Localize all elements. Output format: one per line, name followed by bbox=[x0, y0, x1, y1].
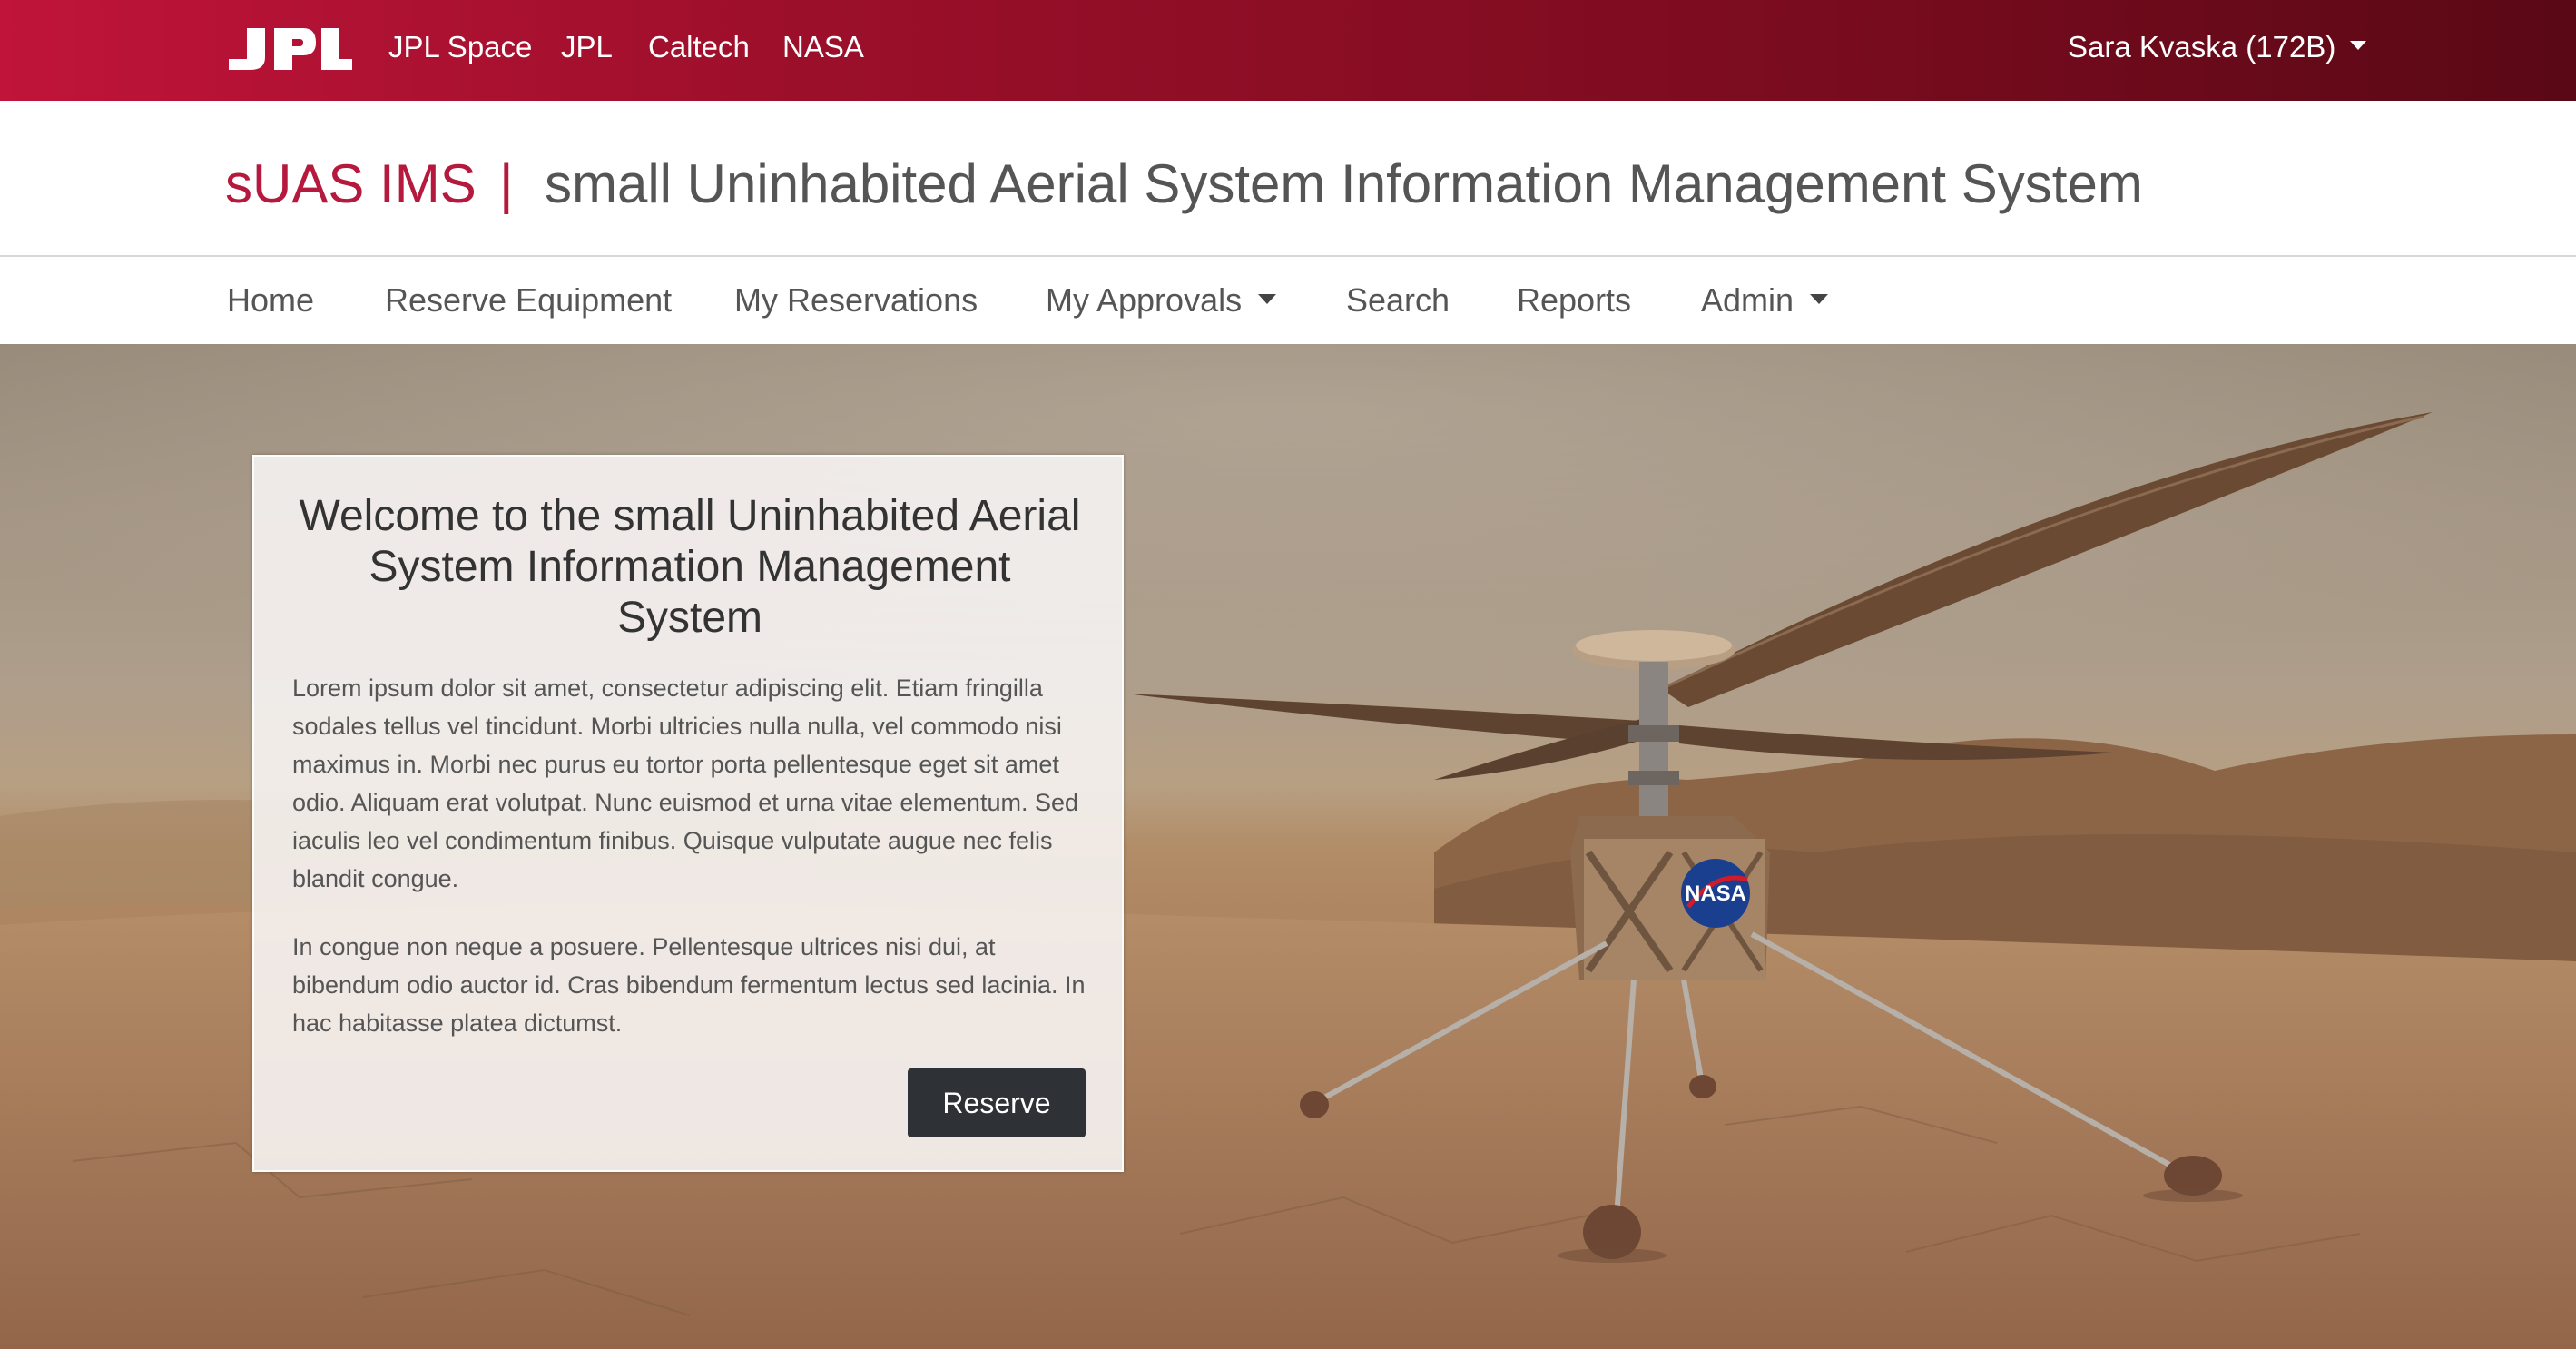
reserve-button[interactable]: Reserve bbox=[908, 1068, 1086, 1137]
welcome-card: Welcome to the small Uninhabited Aerial … bbox=[252, 455, 1124, 1172]
nav-reserve-equipment[interactable]: Reserve Equipment bbox=[385, 281, 672, 320]
welcome-paragraph-1: Lorem ipsum dolor sit amet, consectetur … bbox=[292, 674, 1078, 892]
nav-my-reservations[interactable]: My Reservations bbox=[734, 281, 978, 320]
toplink-jpl-space[interactable]: JPL Space bbox=[388, 30, 532, 64]
main-nav: Home Reserve Equipment My Reservations M… bbox=[0, 257, 2576, 345]
welcome-paragraph-2: In congue non neque a posuere. Pellentes… bbox=[292, 933, 1086, 1037]
nav-my-approvals[interactable]: My Approvals bbox=[1046, 281, 1277, 320]
user-menu[interactable]: Sara Kvaska (172B) bbox=[2068, 30, 2367, 64]
nav-admin-label: Admin bbox=[1701, 281, 1794, 319]
nav-my-approvals-label: My Approvals bbox=[1046, 281, 1243, 319]
nav-home[interactable]: Home bbox=[227, 281, 314, 320]
app-header: sUAS IMS | small Uninhabited Aerial Syst… bbox=[0, 101, 2576, 257]
app-short-name[interactable]: sUAS IMS bbox=[225, 153, 477, 215]
nasa-badge-text: NASA bbox=[1685, 881, 1746, 906]
toplink-caltech[interactable]: Caltech bbox=[648, 30, 750, 64]
toplink-jpl[interactable]: JPL bbox=[561, 30, 613, 64]
welcome-title: Welcome to the small Uninhabited Aerial … bbox=[299, 492, 1081, 642]
nav-admin[interactable]: Admin bbox=[1701, 281, 1829, 320]
chevron-down-icon bbox=[1810, 293, 1829, 304]
nav-reports[interactable]: Reports bbox=[1517, 281, 1631, 320]
toplink-nasa[interactable]: NASA bbox=[782, 30, 864, 64]
hero-banner: NASA Welcome to the small Uninhabited Ae… bbox=[0, 344, 2576, 1349]
title-separator: | bbox=[499, 153, 514, 214]
user-name: Sara Kvaska (172B) bbox=[2068, 30, 2336, 64]
nav-search[interactable]: Search bbox=[1346, 281, 1450, 320]
top-bar: JPL Space JPL Caltech NASA Sara Kvaska (… bbox=[0, 0, 2576, 101]
chevron-down-icon bbox=[1258, 293, 1277, 304]
jpl-logo[interactable] bbox=[225, 25, 352, 74]
app-full-name: small Uninhabited Aerial System Informat… bbox=[545, 153, 2143, 214]
chevron-down-icon bbox=[2350, 41, 2367, 51]
